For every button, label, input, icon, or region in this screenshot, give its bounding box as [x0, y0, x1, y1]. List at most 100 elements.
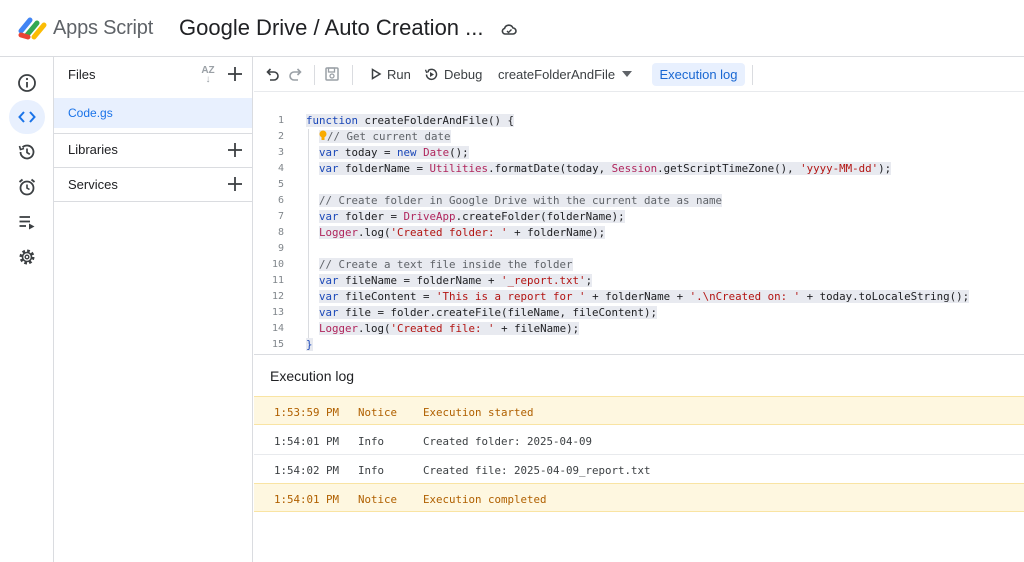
lightbulb-icon[interactable] [319, 130, 327, 141]
code-text: var fileContent = 'This is a report for … [306, 289, 970, 305]
gear-icon [19, 249, 35, 265]
code-line[interactable]: 14 Logger.log('Created file: ' + fileNam… [254, 321, 1024, 337]
code-token: ); [878, 162, 892, 175]
code-token: 'yyyy-MM-dd' [800, 162, 879, 175]
code-token: '.\nCreated on: ' [689, 290, 801, 303]
list-play-icon [19, 216, 35, 230]
code-token: .getScriptTimeZone(), [657, 162, 801, 175]
code-line[interactable]: 6 // Create folder in Google Drive with … [254, 193, 1024, 209]
files-panel: Files AZ ↓ Code.gs Libraries Services [54, 57, 253, 562]
code-text: function createFolderAndFile() { [306, 113, 515, 129]
code-text: // Create folder in Google Drive with th… [306, 193, 723, 209]
apps-script-logo-icon[interactable] [18, 15, 48, 41]
project-settings-button[interactable] [9, 240, 45, 274]
code-token: today = [345, 146, 398, 159]
code-line[interactable]: 13 var file = folder.createFile(fileName… [254, 305, 1024, 321]
line-number: 6 [277, 195, 284, 206]
code-token: } [306, 338, 313, 351]
code-line[interactable]: 10 // Create a text file inside the fold… [254, 257, 1024, 273]
add-library-plus-icon[interactable] [226, 141, 244, 159]
project-title[interactable]: Google Drive / Auto Creation ... [179, 15, 484, 41]
debug-button[interactable]: Debug [444, 67, 482, 82]
code-token: Utilities [429, 162, 489, 175]
log-row: 1:54:02 PM Info Created file: 2025-04-09_r… [254, 455, 1024, 484]
editor-button[interactable] [9, 100, 45, 134]
execution-log-panel: Execution log 1:53:59 PM Notice Execution … [254, 354, 1024, 562]
code-line[interactable]: 8 Logger.log('Created folder: ' + folder… [254, 225, 1024, 241]
code-line[interactable]: 7 var folder = DriveApp.createFolder(fol… [254, 209, 1024, 225]
triggers-button[interactable] [9, 170, 45, 204]
code-line[interactable]: 4 var folderName = Utilities.formatDate(… [254, 161, 1024, 177]
app-name[interactable]: Apps Script [53, 17, 153, 40]
code-line[interactable]: 11 var fileName = folderName + '_report.… [254, 273, 1024, 289]
file-item-code-gs[interactable]: Code.gs [54, 98, 252, 128]
undo-icon[interactable] [264, 66, 280, 82]
code-token: (); [449, 146, 469, 159]
divider [54, 201, 252, 202]
add-service-plus-icon[interactable] [226, 175, 244, 193]
code-brackets-icon [18, 111, 36, 123]
code-token: + folderName + [585, 290, 690, 303]
code-token: .log( [358, 322, 391, 335]
chevron-down-icon[interactable] [622, 71, 632, 77]
log-severity: Info [358, 464, 385, 477]
line-number: 3 [277, 147, 284, 158]
code-line[interactable]: 2 // Get current date [254, 129, 1024, 145]
run-button[interactable]: Run [387, 67, 411, 82]
line-number: 11 [271, 275, 284, 286]
code-token: var [319, 146, 346, 159]
code-text: Logger.log('Created file: ' + fileName); [306, 321, 580, 337]
code-token: folder = [345, 210, 404, 223]
line-number: 2 [277, 131, 284, 142]
run-play-icon[interactable] [370, 68, 382, 80]
code-token: // Create folder in Google Drive with th… [319, 194, 723, 207]
code-line[interactable]: 12 var fileContent = 'This is a report f… [254, 289, 1024, 305]
overview-button[interactable] [9, 66, 45, 100]
code-token: 'Created folder: ' [390, 226, 508, 239]
app-header: Apps Script Google Drive / Auto Creation… [0, 0, 1024, 57]
code-token: // Create a text file inside the folder [319, 258, 573, 271]
add-file-plus-icon[interactable] [226, 65, 244, 83]
redo-icon[interactable] [288, 66, 304, 82]
log-message: Created file: 2025-04-09_report.txt [423, 464, 651, 477]
line-number: 13 [271, 307, 284, 318]
code-token: new [397, 146, 424, 159]
project-history-button[interactable] [9, 135, 45, 169]
file-name: Code.gs [68, 106, 113, 120]
code-token: var [319, 306, 346, 319]
code-token: + today.toLocaleString(); [800, 290, 970, 303]
code-token: var [319, 290, 346, 303]
code-line[interactable]: 9 [254, 241, 1024, 257]
code-token: function [306, 114, 365, 127]
save-project-icon[interactable] [324, 66, 340, 82]
files-heading: Files [68, 67, 96, 82]
code-line[interactable]: 15} [254, 337, 1024, 353]
code-token: .formatDate(today, [488, 162, 612, 175]
line-number: 9 [277, 243, 284, 254]
code-token: Date [423, 146, 450, 159]
log-row: 1:54:01 PM Info Created folder: 2025-04-09 [254, 426, 1024, 455]
line-number: 1 [277, 115, 284, 126]
debug-icon[interactable] [424, 67, 439, 82]
executions-button[interactable] [9, 205, 45, 239]
sort-files-az-icon[interactable]: AZ ↓ [198, 66, 218, 85]
code-token: .log( [358, 226, 391, 239]
left-navigation-rail [0, 57, 54, 562]
line-number: 4 [277, 163, 284, 174]
cloud-saved-icon [501, 24, 517, 35]
code-line[interactable]: 5 [254, 177, 1024, 193]
function-select[interactable]: createFolderAndFile [498, 67, 615, 82]
line-number: 5 [277, 179, 284, 190]
code-token: 'This is a report for ' [436, 290, 586, 303]
code-line[interactable]: 3 var today = new Date(); [254, 145, 1024, 161]
code-text: // Get current date [306, 129, 451, 145]
divider [54, 133, 252, 134]
code-token: var [319, 162, 346, 175]
code-line[interactable]: 1 function createFolderAndFile() { [254, 113, 1024, 129]
log-severity: Info [358, 435, 385, 448]
execution-log-button[interactable]: Execution log [652, 63, 745, 86]
code-editor[interactable]: 1 function createFolderAndFile() {2 // Ge… [254, 92, 1024, 354]
code-token: DriveApp [403, 210, 456, 223]
